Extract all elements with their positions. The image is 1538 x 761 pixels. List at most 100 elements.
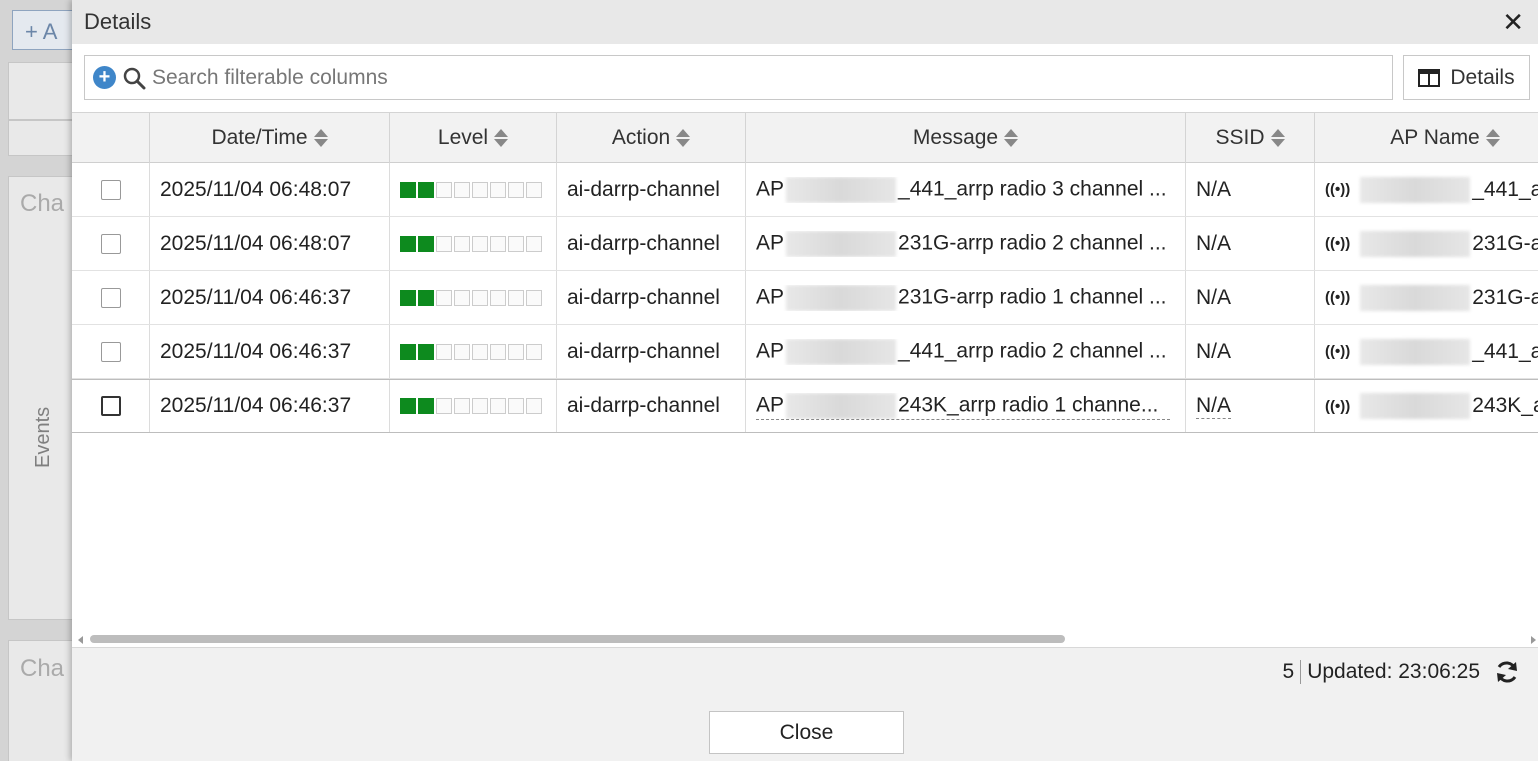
table-row[interactable]: 2025/11/04 06:48:07 ai-darrp-channel AP _44… bbox=[72, 163, 1538, 217]
level-bar-segment bbox=[400, 289, 416, 306]
wireless-ap-icon: ((•)) bbox=[1325, 289, 1351, 306]
ssid-value: N/A bbox=[1196, 393, 1232, 419]
column-header-action[interactable]: Action bbox=[557, 113, 746, 163]
level-bar-segment bbox=[526, 289, 542, 306]
sort-icon bbox=[494, 129, 509, 147]
sort-icon bbox=[1004, 129, 1019, 147]
level-bar-segment bbox=[490, 398, 506, 414]
level-bar-segment bbox=[418, 289, 434, 306]
add-filter-icon[interactable]: + bbox=[93, 66, 116, 89]
close-button[interactable]: Close bbox=[709, 711, 904, 754]
scroll-right-icon[interactable] bbox=[1531, 636, 1536, 644]
level-bar-segment bbox=[400, 343, 416, 360]
level-bar-segment bbox=[526, 235, 542, 252]
ap-name-cell[interactable]: ((•)) 231G-ar bbox=[1315, 271, 1538, 324]
background-card-title: Cha bbox=[20, 190, 65, 217]
column-header-datetime[interactable]: Date/Time bbox=[150, 113, 390, 163]
level-bar-segment bbox=[400, 235, 416, 252]
row-checkbox[interactable] bbox=[100, 396, 121, 416]
message-cell[interactable]: AP 243K_arrp radio 1 channe... bbox=[746, 380, 1186, 432]
level-bar-segment bbox=[418, 343, 434, 360]
header-select bbox=[72, 113, 150, 163]
message-suffix: 231G-arrp radio 1 channel ... bbox=[898, 285, 1167, 309]
table-row[interactable]: 2025/11/04 06:46:37 ai-darrp-channel AP 231… bbox=[72, 271, 1538, 325]
redacted-text bbox=[786, 392, 897, 419]
level-bar-segment bbox=[436, 343, 452, 360]
redacted-text bbox=[786, 338, 897, 365]
ssid-value: N/A bbox=[1196, 285, 1232, 309]
level-bar-segment bbox=[508, 398, 524, 414]
level-bar-segment bbox=[436, 181, 452, 198]
ap-name-suffix: 231G-ar bbox=[1472, 231, 1538, 255]
sort-icon bbox=[676, 129, 691, 147]
level-bar-segment bbox=[472, 235, 488, 252]
message-prefix: AP bbox=[756, 231, 785, 255]
level-bar-segment bbox=[472, 398, 488, 414]
toolbar: + Details bbox=[84, 55, 1530, 100]
datetime-cell: 2025/11/04 06:46:37 bbox=[150, 325, 390, 378]
details-columns-button[interactable]: Details bbox=[1403, 55, 1530, 100]
row-checkbox[interactable] bbox=[100, 233, 121, 254]
horizontal-scrollbar[interactable] bbox=[72, 634, 1538, 646]
level-bar-segment bbox=[400, 398, 416, 414]
ap-name-cell[interactable]: ((•)) 243K_a bbox=[1315, 380, 1538, 432]
wireless-ap-icon: ((•)) bbox=[1325, 343, 1351, 360]
message-cell[interactable]: AP 231G-arrp radio 1 channel ... bbox=[746, 271, 1186, 324]
level-bar-segment bbox=[436, 289, 452, 306]
ssid-value: N/A bbox=[1196, 177, 1232, 201]
level-bar-segment bbox=[508, 181, 524, 198]
column-label: AP Name bbox=[1390, 126, 1480, 149]
level-bar-segment bbox=[508, 343, 524, 360]
ap-name-cell[interactable]: ((•)) 231G-ar bbox=[1315, 217, 1538, 270]
updated-time: Updated: 23:06:25 bbox=[1307, 660, 1480, 683]
table-row[interactable]: 2025/11/04 06:46:37 ai-darrp-channel AP 243… bbox=[72, 379, 1538, 433]
message-suffix: _441_arrp radio 2 channel ... bbox=[898, 339, 1167, 363]
scroll-left-icon[interactable] bbox=[78, 636, 83, 644]
scrollbar-thumb[interactable] bbox=[90, 635, 1065, 643]
message-cell[interactable]: AP 231G-arrp radio 2 channel ... bbox=[746, 217, 1186, 270]
column-label: SSID bbox=[1215, 126, 1265, 149]
message-prefix: AP bbox=[756, 177, 785, 201]
wireless-ap-icon: ((•)) bbox=[1325, 235, 1351, 252]
row-select-cell bbox=[72, 271, 150, 324]
level-bar-segment bbox=[508, 289, 524, 306]
sort-icon bbox=[1270, 129, 1285, 147]
search-input[interactable] bbox=[152, 65, 1392, 90]
action-cell: ai-darrp-channel bbox=[557, 217, 746, 270]
message-cell[interactable]: AP _441_arrp radio 3 channel ... bbox=[746, 163, 1186, 216]
ssid-value: N/A bbox=[1196, 339, 1232, 363]
search-icon bbox=[123, 67, 146, 89]
table-row[interactable]: 2025/11/04 06:46:37 ai-darrp-channel AP _44… bbox=[72, 325, 1538, 379]
close-icon[interactable]: ✕ bbox=[1502, 9, 1524, 35]
level-bar-segment bbox=[454, 343, 470, 360]
row-checkbox[interactable] bbox=[100, 341, 121, 362]
ap-name-suffix: _441_ar bbox=[1472, 339, 1538, 363]
row-checkbox[interactable] bbox=[100, 179, 121, 200]
level-bar-segment bbox=[418, 181, 434, 198]
level-bar-segment bbox=[490, 289, 506, 306]
ap-name-cell[interactable]: ((•)) _441_ar bbox=[1315, 163, 1538, 216]
ap-name-suffix: _441_ar bbox=[1472, 177, 1538, 201]
level-bar-segment bbox=[454, 235, 470, 252]
datetime-cell: 2025/11/04 06:48:07 bbox=[150, 163, 390, 216]
row-select-cell bbox=[72, 325, 150, 378]
level-indicator bbox=[400, 398, 542, 414]
redacted-text bbox=[786, 284, 897, 311]
row-checkbox[interactable] bbox=[100, 287, 121, 308]
wireless-ap-icon: ((•)) bbox=[1325, 397, 1351, 415]
message-cell[interactable]: AP _441_arrp radio 2 channel ... bbox=[746, 325, 1186, 378]
redacted-text bbox=[1360, 393, 1471, 419]
ap-name-suffix: 243K_a bbox=[1472, 394, 1538, 417]
redacted-text bbox=[1360, 284, 1471, 311]
ap-name-cell[interactable]: ((•)) _441_ar bbox=[1315, 325, 1538, 378]
column-header-message[interactable]: Message bbox=[746, 113, 1186, 163]
level-bar-segment bbox=[526, 398, 542, 414]
table-row[interactable]: 2025/11/04 06:48:07 ai-darrp-channel AP 231… bbox=[72, 217, 1538, 271]
level-bar-segment bbox=[490, 181, 506, 198]
level-bar-segment bbox=[526, 343, 542, 360]
column-header-level[interactable]: Level bbox=[390, 113, 557, 163]
column-header-ssid[interactable]: SSID bbox=[1186, 113, 1315, 163]
level-indicator bbox=[400, 235, 542, 252]
refresh-icon[interactable] bbox=[1494, 660, 1520, 684]
column-header-ap-name[interactable]: AP Name bbox=[1315, 113, 1538, 163]
